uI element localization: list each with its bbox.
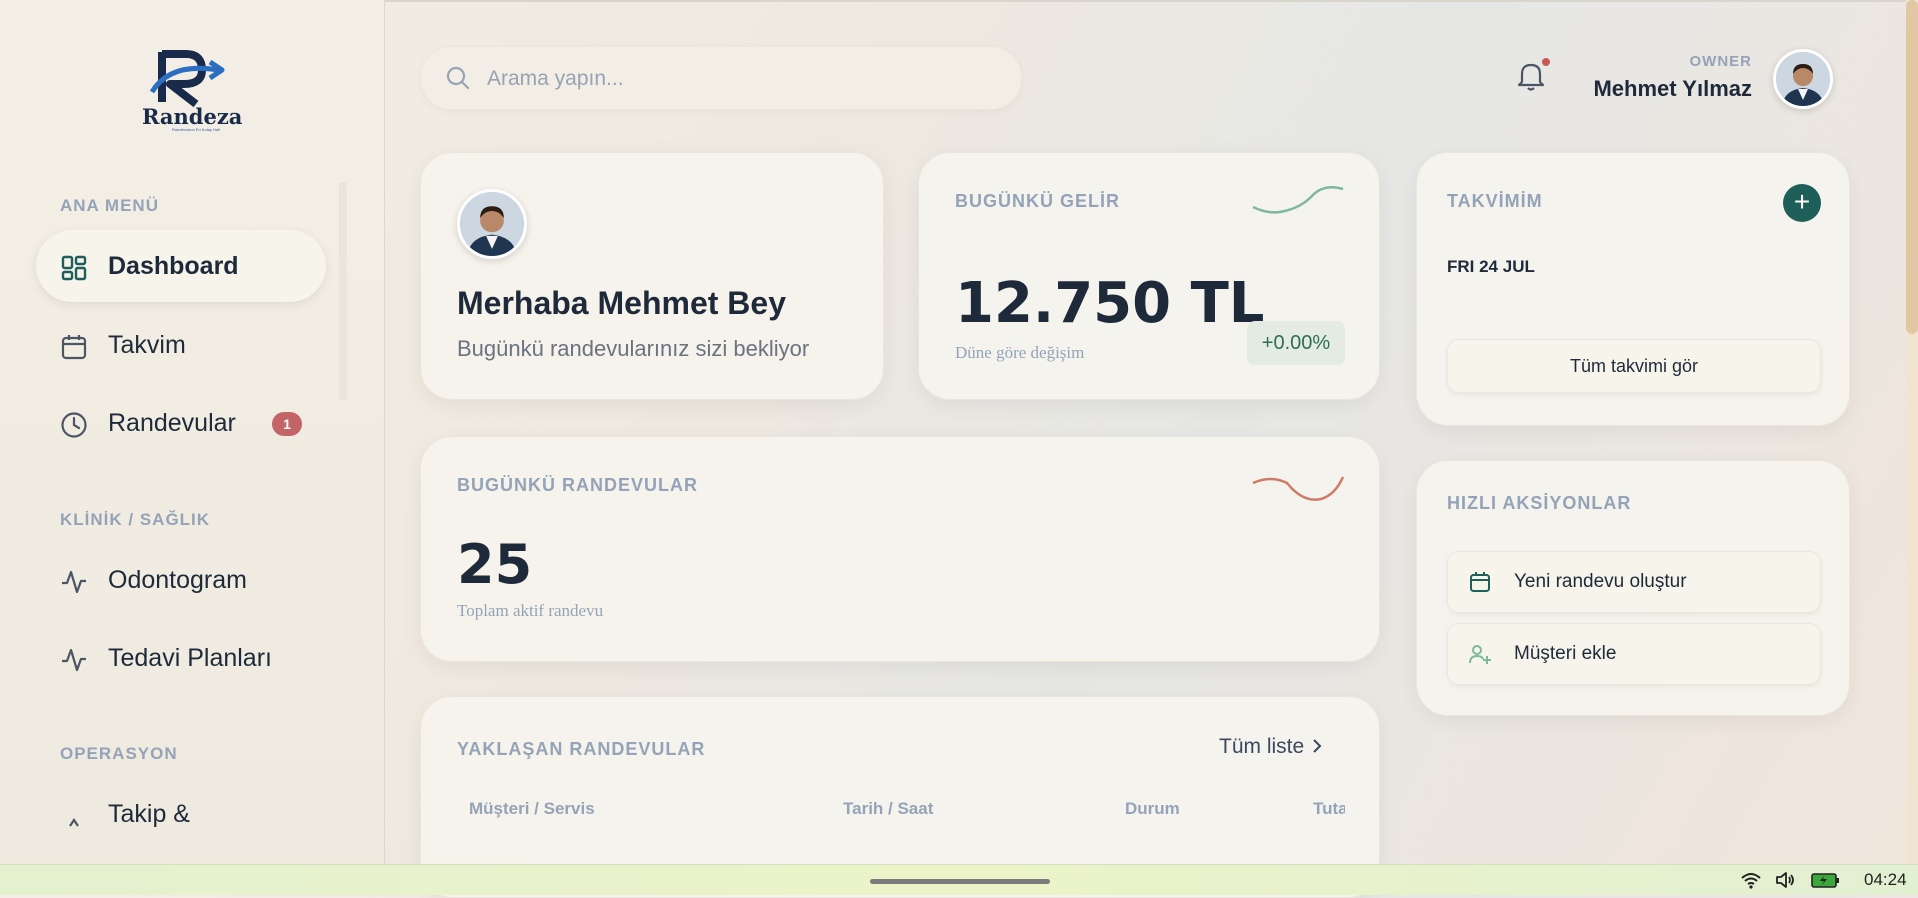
calendar-title: TAKVİMİM (1447, 191, 1543, 211)
add-user-icon (1469, 645, 1491, 664)
welcome-card: Merhaba Mehmet Bey Bugünkü randevularını… (420, 152, 884, 400)
column-header-date[interactable]: Tarih / Saat (843, 799, 933, 819)
sidebar-item-takip[interactable]: Takip & (36, 778, 326, 850)
home-indicator[interactable] (870, 879, 1050, 884)
calendar-icon (1470, 572, 1490, 592)
dashboard-grid-icon (61, 255, 87, 281)
section-label-operations: OPERASYON (60, 744, 178, 763)
revenue-caption: Düne göre değişim (955, 343, 1085, 362)
user-photo-icon (460, 192, 524, 256)
battery-icon[interactable] (1810, 870, 1840, 890)
chevron-up-icon (69, 818, 79, 827)
brand-logo[interactable]: Randeza Randevunun En Kolay Hali (140, 48, 245, 134)
sidebar-item-label: Takvim (108, 330, 186, 359)
volume-icon[interactable] (1774, 870, 1796, 890)
sidebar-item-label: Takip & (108, 800, 190, 828)
avatar[interactable] (1773, 49, 1833, 109)
quick-actions-card: HIZLI AKSİYONLAR Yeni randevu oluştur Mü… (1416, 460, 1850, 716)
search-input[interactable] (485, 61, 989, 97)
avatar (457, 189, 527, 259)
sidebar: Randeza Randevunun En Kolay Hali ANA MEN… (0, 0, 385, 864)
pulse-icon (62, 648, 86, 672)
search-icon (446, 66, 470, 90)
sidebar-item-label: Odontogram (108, 565, 247, 594)
chevron-right-icon (1313, 739, 1322, 753)
user-role: OWNER (1689, 53, 1752, 70)
appointments-value: 25 (457, 533, 533, 596)
column-header-status[interactable]: Durum (1125, 799, 1180, 819)
revenue-change-badge: +0.00% (1247, 321, 1345, 365)
appointments-sparkline (1252, 476, 1345, 501)
upcoming-title: YAKLAŞAN RANDEVULAR (457, 739, 706, 759)
system-taskbar: 04:24 (0, 864, 1918, 895)
sidebar-item-label: Randevular (108, 408, 236, 437)
logo-mark-icon (149, 50, 225, 108)
revenue-value: 12.750 TL (955, 271, 1265, 336)
appointments-caption: Toplam aktif randevu (457, 601, 604, 620)
sidebar-item-tedavi-planlari[interactable]: Tedavi Planları (36, 622, 326, 694)
welcome-subtitle: Bugünkü randevularınız sizi bekliyor (457, 336, 810, 361)
pulse-icon (62, 570, 86, 594)
section-label-main: ANA MENÜ (60, 196, 159, 215)
user-name: Mehmet Yılmaz (1593, 76, 1752, 101)
add-appointment-button[interactable]: + (1783, 184, 1821, 222)
add-customer-button[interactable]: Müşteri ekle (1447, 623, 1821, 685)
welcome-title: Merhaba Mehmet Bey (457, 285, 786, 321)
calendar-date: FRI 24 JUL (1447, 257, 1535, 276)
all-list-label: Tüm liste (1219, 735, 1305, 758)
notification-badge: 1 (272, 412, 302, 436)
user-photo-icon (1776, 52, 1830, 106)
notification-bell-icon[interactable] (1516, 60, 1546, 92)
sidebar-item-odontogram[interactable]: Odontogram (36, 544, 326, 616)
wifi-icon[interactable] (1740, 870, 1762, 890)
sidebar-item-dashboard[interactable]: Dashboard (36, 230, 326, 302)
revenue-title: BUGÜNKÜ GELİR (955, 191, 1120, 211)
column-header-customer[interactable]: Müşteri / Servis (469, 799, 595, 819)
brand-tagline: Randevunun En Kolay Hali (172, 127, 220, 132)
sidebar-scrollbar[interactable] (339, 182, 347, 400)
sidebar-item-takvim[interactable]: Takvim (36, 309, 326, 381)
system-clock: 04:24 (1864, 870, 1907, 889)
action-label: Müşteri ekle (1514, 643, 1617, 664)
sidebar-item-randevular[interactable]: Randevular 1 (36, 387, 326, 459)
new-appointment-button[interactable]: Yeni randevu oluştur (1447, 551, 1821, 613)
calendar-card: TAKVİMİM + FRI 24 JUL Tüm takvimi gör (1416, 152, 1850, 426)
page-scrollbar-thumb[interactable] (1906, 0, 1918, 334)
page-scrollbar[interactable] (1906, 0, 1918, 864)
column-header-amount[interactable]: Tuta (1313, 799, 1345, 819)
sidebar-item-label: Tedavi Planları (108, 643, 272, 672)
sidebar-item-label: Dashboard (108, 251, 239, 280)
calendar-icon (61, 335, 87, 360)
appointments-card: BUGÜNKÜ RANDEVULAR 25 Toplam aktif rande… (420, 436, 1380, 662)
revenue-sparkline (1252, 186, 1344, 214)
brand-name: Randeza (142, 104, 243, 129)
search-bar[interactable] (420, 46, 1022, 110)
revenue-card: BUGÜNKÜ GELİR 12.750 TL Düne göre değişi… (918, 152, 1380, 400)
quick-actions-title: HIZLI AKSİYONLAR (1447, 493, 1632, 513)
all-list-link[interactable]: Tüm liste (1219, 735, 1324, 759)
notification-dot (1542, 58, 1550, 66)
action-label: Yeni randevu oluştur (1514, 571, 1687, 592)
section-label-clinic: KLİNİK / SAĞLIK (60, 510, 211, 529)
clock-icon (61, 412, 87, 438)
appointments-title: BUGÜNKÜ RANDEVULAR (457, 475, 698, 495)
view-full-calendar-button[interactable]: Tüm takvimi gör (1447, 339, 1821, 393)
